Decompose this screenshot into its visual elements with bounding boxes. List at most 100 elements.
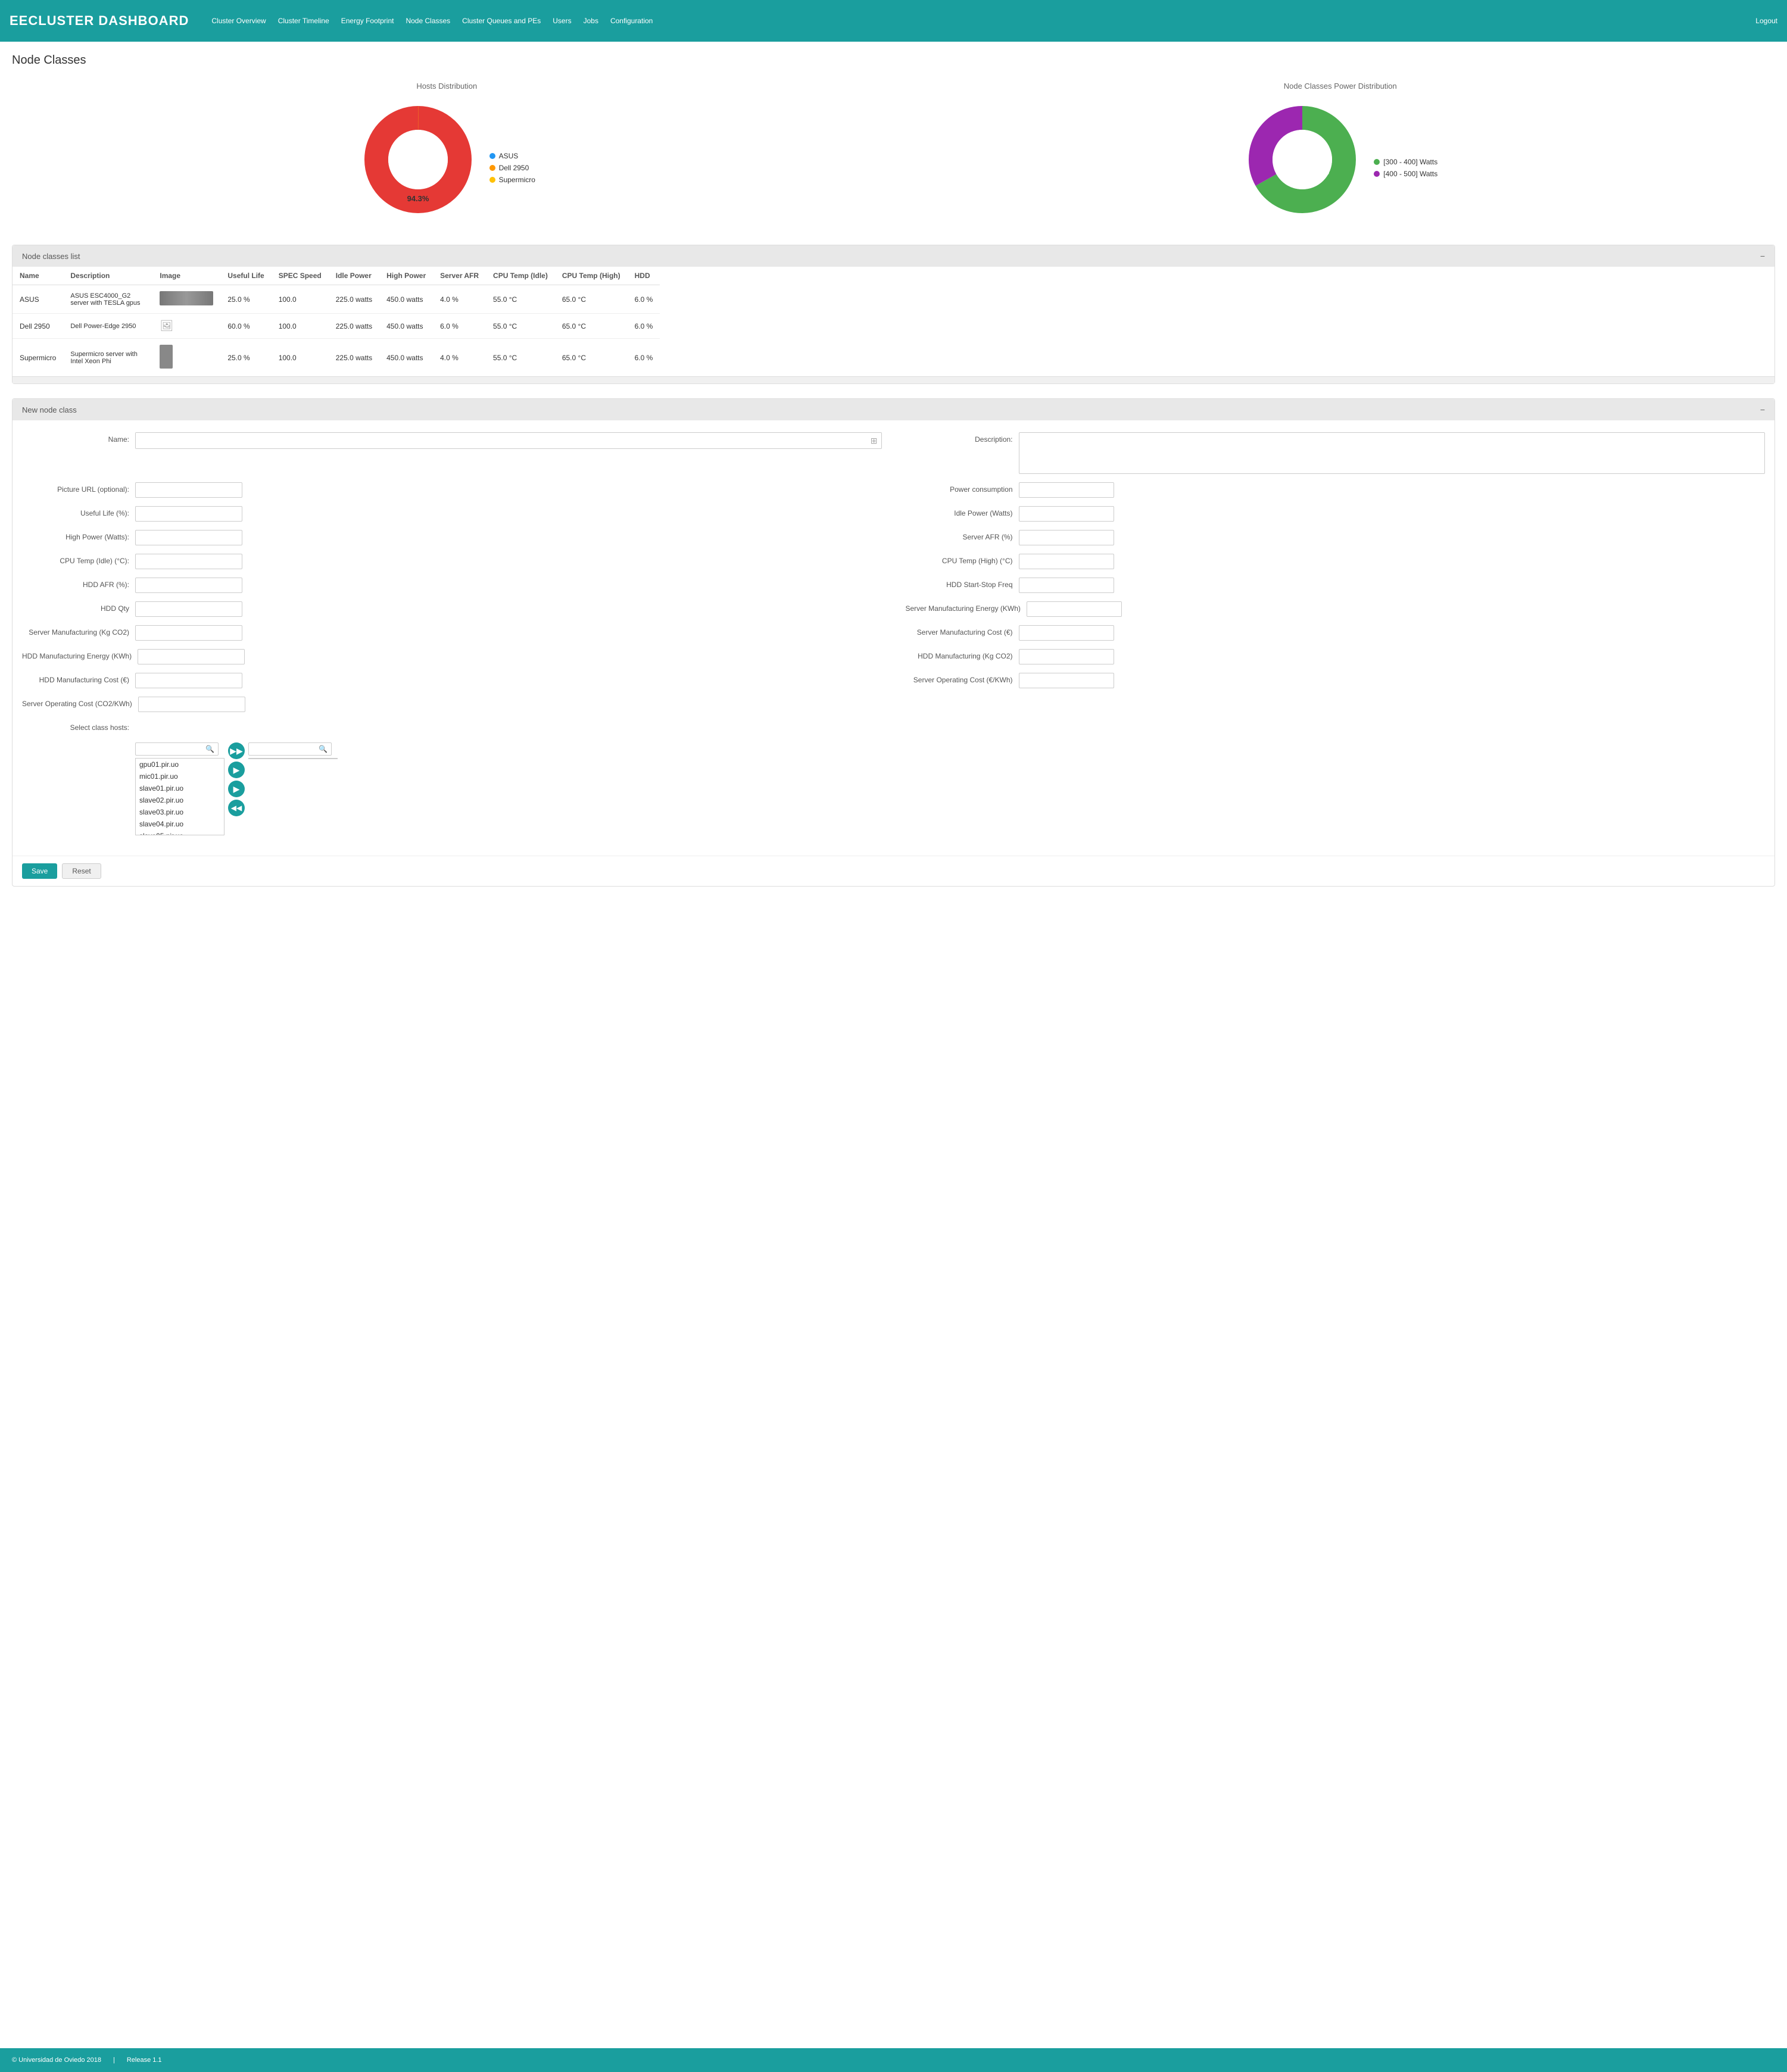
svg-text:94.3%: 94.3% bbox=[407, 194, 429, 203]
name-input-wrapper: ⊞ bbox=[135, 432, 882, 449]
nav-item-cluster-overview[interactable]: Cluster Overview bbox=[207, 14, 270, 27]
nav-item-cluster-queues[interactable]: Cluster Queues and PEs bbox=[457, 14, 545, 27]
reset-button[interactable]: Reset bbox=[62, 863, 101, 879]
form-row-9: HDD Manufacturing Energy (KWh) 0.0 HDD M… bbox=[22, 649, 1765, 664]
cell-hdd: 6.0 % bbox=[628, 339, 660, 377]
form-group-hdd-qty: HDD Qty 0 bbox=[22, 601, 882, 617]
power-chart-title: Node Classes Power Distribution bbox=[906, 82, 1776, 91]
host-search-right-input[interactable] bbox=[252, 745, 319, 753]
power-consumption-input[interactable]: 0.0 bbox=[1019, 482, 1114, 498]
nav-item-node-classes[interactable]: Node Classes bbox=[401, 14, 455, 27]
table-row: Dell 2950 Dell Power-Edge 2950 🖼 60.0 % … bbox=[13, 314, 660, 339]
cell-name: Supermicro bbox=[13, 339, 63, 377]
picture-url-label: Picture URL (optional): bbox=[22, 482, 129, 494]
cell-server-afr: 4.0 % bbox=[433, 339, 486, 377]
form-group-server-mfg-cost: Server Manufacturing Cost (€) 0.0 bbox=[906, 625, 1766, 641]
table-scrollbar[interactable] bbox=[13, 376, 1774, 383]
form-group-hdd-mfg-energy: HDD Manufacturing Energy (KWh) 0.0 bbox=[22, 649, 882, 664]
server-afr-input[interactable]: 0.0 bbox=[1019, 530, 1114, 545]
cell-server-afr: 6.0 % bbox=[433, 314, 486, 339]
nav-item-energy-footprint[interactable]: Energy Footprint bbox=[336, 14, 399, 27]
cell-useful-life: 25.0 % bbox=[220, 285, 271, 314]
description-input[interactable] bbox=[1019, 432, 1766, 474]
col-cpu-temp-high: CPU Temp (High) bbox=[555, 267, 628, 285]
hdd-mfg-cost-input[interactable]: 0.0 bbox=[135, 673, 242, 688]
list-item[interactable]: gpu01.pir.uo bbox=[136, 759, 224, 770]
form-group-description: Description: bbox=[906, 432, 1766, 474]
nav-item-jobs[interactable]: Jobs bbox=[579, 14, 603, 27]
node-classes-collapse-button[interactable]: − bbox=[1760, 251, 1765, 261]
cell-spec-speed: 100.0 bbox=[272, 339, 329, 377]
transfer-all-left-button[interactable]: ◀◀ bbox=[228, 800, 245, 816]
hdd-mfg-energy-input[interactable]: 0.0 bbox=[138, 649, 245, 664]
hdd-qty-label: HDD Qty bbox=[22, 601, 129, 613]
cell-server-afr: 4.0 % bbox=[433, 285, 486, 314]
host-search-right[interactable]: 🔍 bbox=[248, 742, 332, 756]
col-server-afr: Server AFR bbox=[433, 267, 486, 285]
node-classes-panel-header: Node classes list − bbox=[13, 245, 1774, 267]
useful-life-input[interactable]: 0.0 bbox=[135, 506, 242, 522]
server-op-cost2-input[interactable]: 0.0 bbox=[1019, 673, 1114, 688]
transfer-left-button[interactable]: ▶ bbox=[228, 781, 245, 797]
col-name: Name bbox=[13, 267, 63, 285]
list-item[interactable]: slave02.pir.uo bbox=[136, 794, 224, 806]
form-group-hdd-mfg-co2: HDD Manufacturing (Kg CO2) 0.0 bbox=[906, 649, 1766, 664]
cpu-temp-high-label: CPU Temp (High) (°C) bbox=[906, 554, 1013, 565]
form-group-useful-life: Useful Life (%): 0.0 bbox=[22, 506, 882, 522]
hdd-start-stop-input[interactable]: 0.0 bbox=[1019, 578, 1114, 593]
hdd-afr-input[interactable]: 0.0 bbox=[135, 578, 242, 593]
cell-high-power: 450.0 watts bbox=[379, 339, 433, 377]
list-item[interactable]: slave05.pir.uo bbox=[136, 830, 224, 835]
new-node-collapse-button[interactable]: − bbox=[1760, 405, 1765, 414]
server-mfg-co2-input[interactable]: 0.0 bbox=[135, 625, 242, 641]
idle-power-input[interactable]: 0.0 bbox=[1019, 506, 1114, 522]
form-row-7: HDD Qty 0 Server Manufacturing Energy (K… bbox=[22, 601, 1765, 617]
list-item[interactable]: slave04.pir.uo bbox=[136, 818, 224, 830]
col-hdd: HDD bbox=[628, 267, 660, 285]
nav-item-users[interactable]: Users bbox=[548, 14, 576, 27]
list-item[interactable]: slave03.pir.uo bbox=[136, 806, 224, 818]
server-op-cost2-label: Server Operating Cost (€/KWh) bbox=[906, 673, 1013, 684]
cpu-temp-idle-input[interactable]: 0.0 bbox=[135, 554, 242, 569]
server-mfg-cost-label: Server Manufacturing Cost (€) bbox=[906, 625, 1013, 636]
form-row-4: High Power (Watts): 0.0 Server AFR (%) 0… bbox=[22, 530, 1765, 545]
server-op-cost-input[interactable]: 0.0 bbox=[138, 697, 245, 712]
cell-cpu-temp-idle: 55.0 °C bbox=[486, 314, 555, 339]
form-group-server-mfg-co2: Server Manufacturing (Kg CO2) 0.0 bbox=[22, 625, 882, 641]
nav-item-configuration[interactable]: Configuration bbox=[606, 14, 657, 27]
power-chart-container: Node Classes Power Distribution 33.3% 66… bbox=[906, 82, 1776, 221]
host-search-left-input[interactable] bbox=[139, 745, 205, 753]
hdd-mfg-co2-input[interactable]: 0.0 bbox=[1019, 649, 1114, 664]
header: EECLUSTER DASHBOARD Cluster OverviewClus… bbox=[0, 0, 1787, 42]
legend-dell: Dell 2950 bbox=[489, 164, 535, 172]
picture-url-input[interactable] bbox=[135, 482, 242, 498]
server-mfg-energy-input[interactable]: 0.0 bbox=[1027, 601, 1122, 617]
name-input[interactable] bbox=[136, 433, 867, 448]
cell-spec-speed: 100.0 bbox=[272, 314, 329, 339]
host-list-available[interactable]: gpu01.pir.uomic01.pir.uoslave01.pir.uosl… bbox=[135, 758, 224, 835]
cell-cpu-temp-idle: 55.0 °C bbox=[486, 339, 555, 377]
transfer-right-button[interactable]: ▶ bbox=[228, 762, 245, 778]
transfer-all-right-button[interactable]: ▶▶ bbox=[228, 742, 245, 759]
host-search-left[interactable]: 🔍 bbox=[135, 742, 219, 756]
form-row-5: CPU Temp (Idle) (°C): 0.0 CPU Temp (High… bbox=[22, 554, 1765, 569]
form-row-1: Name: ⊞ Description: bbox=[22, 432, 1765, 474]
search-left-icon: 🔍 bbox=[205, 745, 214, 753]
hdd-qty-input[interactable]: 0 bbox=[135, 601, 242, 617]
server-mfg-cost-input[interactable]: 0.0 bbox=[1019, 625, 1114, 641]
host-list-selected[interactable] bbox=[248, 758, 338, 759]
cpu-temp-high-input[interactable]: 0.0 bbox=[1019, 554, 1114, 569]
cell-image bbox=[152, 285, 220, 314]
form-group-server-op-cost: Server Operating Cost (CO2/KWh) 0.0 bbox=[22, 697, 882, 712]
list-item[interactable]: slave01.pir.uo bbox=[136, 782, 224, 794]
list-item[interactable]: mic01.pir.uo bbox=[136, 770, 224, 782]
form-group-hdd-mfg-cost: HDD Manufacturing Cost (€) 0.0 bbox=[22, 673, 882, 688]
save-button[interactable]: Save bbox=[22, 863, 57, 879]
logout-button[interactable]: Logout bbox=[1755, 17, 1777, 25]
node-classes-panel-body: Name Description Image Useful Life SPEC … bbox=[13, 267, 1774, 383]
legend-dell-dot bbox=[489, 165, 495, 171]
nav-item-cluster-timeline[interactable]: Cluster Timeline bbox=[273, 14, 334, 27]
high-power-input[interactable]: 0.0 bbox=[135, 530, 242, 545]
col-cpu-temp-idle: CPU Temp (Idle) bbox=[486, 267, 555, 285]
cell-image bbox=[152, 339, 220, 377]
